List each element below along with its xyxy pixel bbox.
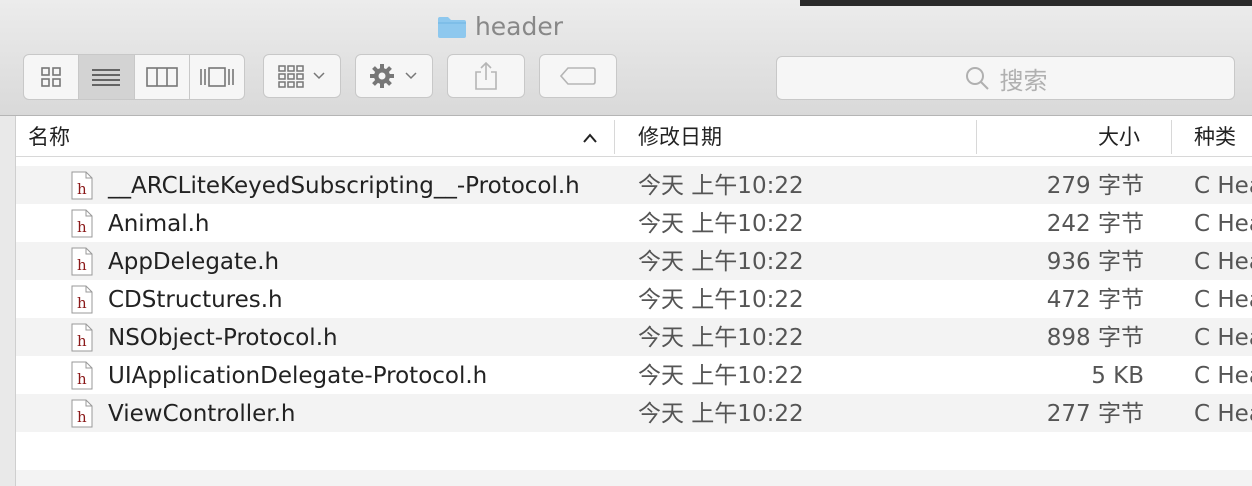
column-separator[interactable] — [976, 120, 977, 154]
header-file-icon: h — [71, 209, 93, 238]
svg-text:h: h — [77, 408, 87, 426]
column-header-kind[interactable]: 种类 — [1194, 116, 1236, 156]
view-mode-segment — [23, 54, 245, 100]
file-size: 898 字节 — [1046, 325, 1144, 351]
file-kind: C Hea — [1194, 287, 1252, 313]
file-name: NSObject-Protocol.h — [108, 325, 338, 351]
file-date: 今天 上午10:22 — [638, 363, 804, 389]
svg-text:h: h — [77, 332, 87, 350]
file-kind: C Hea — [1194, 211, 1252, 237]
svg-text:h: h — [77, 180, 87, 198]
file-size: 472 字节 — [1046, 287, 1144, 313]
file-name: __ARCLiteKeyedSubscripting__-Protocol.h — [108, 173, 580, 199]
file-date: 今天 上午10:22 — [638, 401, 804, 427]
list-view-icon — [92, 69, 121, 86]
file-kind: C Hea — [1194, 325, 1252, 351]
file-row[interactable]: h NSObject-Protocol.h 今天 上午10:22 898 字节 … — [16, 318, 1252, 356]
svg-text:h: h — [77, 370, 87, 388]
empty-row — [16, 470, 1252, 486]
header-file-icon: h — [71, 361, 93, 390]
file-row[interactable]: h ViewController.h 今天 上午10:22 277 字节 C H… — [16, 394, 1252, 432]
file-date: 今天 上午10:22 — [638, 249, 804, 275]
column-separator[interactable] — [614, 120, 615, 154]
list-view-button[interactable] — [79, 55, 135, 99]
file-name: CDStructures.h — [108, 287, 283, 313]
background-strip — [800, 0, 1252, 6]
arrange-button[interactable] — [263, 54, 341, 98]
header-file-icon: h — [71, 323, 93, 352]
svg-text:h: h — [77, 256, 87, 274]
header-file-icon: h — [71, 171, 93, 200]
file-kind: C Hea — [1194, 401, 1252, 427]
gallery-view-button[interactable] — [190, 55, 244, 99]
file-row[interactable]: h CDStructures.h 今天 上午10:22 472 字节 C Hea — [16, 280, 1252, 318]
file-size: 279 字节 — [1046, 173, 1144, 199]
header-file-icon: h — [71, 285, 93, 314]
tag-icon — [560, 67, 596, 85]
file-kind: C Hea — [1194, 173, 1252, 199]
file-row[interactable]: h Animal.h 今天 上午10:22 242 字节 C Hea — [16, 204, 1252, 242]
icon-view-icon — [41, 67, 61, 87]
file-kind: C Hea — [1194, 249, 1252, 275]
file-row[interactable]: h __ARCLiteKeyedSubscripting__-Protocol.… — [16, 166, 1252, 204]
file-name: AppDelegate.h — [108, 249, 280, 275]
column-header-size[interactable]: 大小 — [1098, 116, 1140, 156]
column-view-icon — [145, 67, 178, 87]
action-button[interactable] — [355, 54, 433, 98]
search-icon — [965, 67, 989, 90]
finder-window: header 搜索 名称 修改日期 大小 种类 h __ARCLiteKeyed… — [0, 0, 1252, 486]
column-view-button[interactable] — [135, 55, 190, 99]
icon-view-button[interactable] — [24, 55, 80, 99]
file-date: 今天 上午10:22 — [638, 287, 804, 313]
column-separator[interactable] — [1171, 120, 1172, 154]
arrange-grid-icon — [278, 65, 325, 88]
share-icon — [475, 61, 497, 90]
file-name: ViewController.h — [108, 401, 296, 427]
edit-tags-button[interactable] — [539, 54, 617, 98]
gear-icon — [370, 64, 417, 88]
file-row[interactable]: h UIApplicationDelegate-Protocol.h 今天 上午… — [16, 356, 1252, 394]
svg-text:h: h — [77, 218, 87, 236]
file-name: UIApplicationDelegate-Protocol.h — [108, 363, 488, 389]
column-header-name[interactable]: 名称 — [28, 116, 70, 156]
sidebar-edge — [0, 116, 16, 486]
file-date: 今天 上午10:22 — [638, 211, 804, 237]
file-size: 936 字节 — [1046, 249, 1144, 275]
folder-icon — [437, 15, 467, 45]
search-placeholder: 搜索 — [999, 66, 1048, 95]
file-size: 277 字节 — [1046, 401, 1144, 427]
header-file-icon: h — [71, 247, 93, 276]
gallery-view-icon — [200, 67, 234, 87]
file-size: 5 KB — [1091, 363, 1144, 389]
file-date: 今天 上午10:22 — [638, 173, 804, 199]
column-header: 名称 修改日期 大小 种类 — [16, 116, 1252, 157]
empty-row — [16, 432, 1252, 470]
window-title: header — [0, 12, 1000, 45]
search-field[interactable]: 搜索 — [776, 56, 1235, 100]
header-file-icon: h — [71, 399, 93, 428]
file-kind: C Hea — [1194, 363, 1252, 389]
window-title-text: header — [474, 12, 564, 41]
file-list: h __ARCLiteKeyedSubscripting__-Protocol.… — [16, 166, 1252, 486]
titlebar: header 搜索 — [0, 0, 1252, 116]
file-name: Animal.h — [108, 211, 210, 237]
sort-ascending-icon[interactable] — [582, 116, 598, 156]
file-size: 242 字节 — [1046, 211, 1144, 237]
share-button[interactable] — [447, 54, 525, 98]
file-row[interactable]: h AppDelegate.h 今天 上午10:22 936 字节 C Hea — [16, 242, 1252, 280]
column-header-date[interactable]: 修改日期 — [638, 116, 722, 156]
file-date: 今天 上午10:22 — [638, 325, 804, 351]
svg-text:h: h — [77, 294, 87, 312]
